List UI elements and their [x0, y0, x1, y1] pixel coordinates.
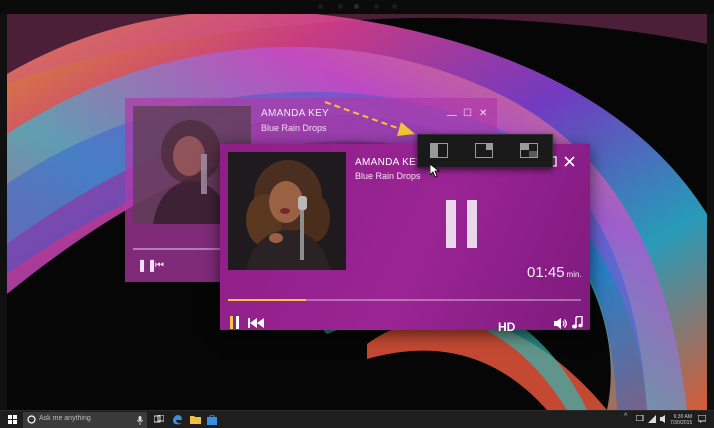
skip-back-icon: ⏮ [155, 260, 164, 271]
snap-layout-main-side[interactable] [475, 143, 493, 158]
close-icon [563, 156, 575, 167]
drag-arrow-icon [324, 101, 415, 136]
microphone-icon[interactable] [137, 416, 143, 425]
search-placeholder: Ask me anything [39, 415, 91, 422]
notification-icon[interactable] [698, 415, 706, 423]
mouse-cursor-icon [430, 164, 440, 178]
device-frame: AMANDA KEY Blue Rain Drops — ☐ ✕ ❚❚ ⏮ AM… [0, 0, 714, 428]
snap-layout-popup [417, 134, 553, 168]
volume-icon [554, 318, 567, 329]
playlist-button[interactable] [572, 315, 583, 332]
volume-icon[interactable] [660, 415, 668, 423]
search-box[interactable]: Ask me anything [23, 412, 147, 428]
pause-icon-bar [446, 200, 456, 248]
chevron-up-icon[interactable]: ^ [624, 413, 627, 420]
song-title: Blue Rain Drops [355, 171, 421, 181]
file-explorer-icon[interactable] [190, 415, 201, 424]
snap-layout-left-right[interactable] [430, 143, 448, 158]
sensor-icon [374, 4, 379, 9]
minimize-icon: — [447, 110, 457, 121]
maximize-icon: ☐ [463, 108, 472, 119]
desktop: AMANDA KEY Blue Rain Drops — ☐ ✕ ❚❚ ⏮ AM… [7, 14, 707, 410]
artist-name: AMANDA KEY [261, 108, 330, 119]
task-view-icon[interactable] [154, 415, 164, 424]
snap-zone [529, 151, 537, 157]
time-unit: min. [566, 270, 582, 279]
elapsed-time: 01:45 min. [527, 264, 582, 281]
artist-name: AMANDA KEY [355, 157, 424, 168]
close-button[interactable] [563, 156, 575, 168]
song-title: Blue Rain Drops [261, 123, 327, 133]
store-icon[interactable] [207, 415, 217, 425]
skip-back-icon [248, 318, 264, 328]
close-icon: ✕ [479, 108, 488, 119]
battery-icon[interactable] [636, 415, 644, 421]
player-window[interactable]: AMANDA KEY Blue Rain Drops 01:45 min. HD [220, 144, 590, 334]
clock-date: 7/30/2015 [670, 420, 693, 426]
pause-icon [230, 316, 239, 329]
cortana-icon [27, 415, 36, 424]
network-icon[interactable] [648, 415, 656, 423]
snap-zone [431, 144, 438, 157]
pause-icon-bar [467, 200, 477, 248]
time-value: 01:45 [527, 264, 565, 281]
edge-icon[interactable] [172, 415, 182, 425]
snap-zone [486, 144, 492, 150]
sensor-icon [392, 4, 397, 9]
taskbar: Ask me anything ^ 6:30 AM 7/30/2015 [0, 410, 714, 428]
music-note-icon [572, 315, 583, 329]
camera-icon [354, 4, 359, 9]
device-bezel [0, 0, 714, 14]
skip-back-button[interactable] [248, 318, 264, 331]
quality-badge[interactable]: HD [498, 320, 515, 334]
snap-layout-grid[interactable] [520, 143, 538, 158]
progress-bar-ghost [133, 248, 223, 250]
clock[interactable]: 6:30 AM 7/30/2015 [670, 414, 692, 426]
sensor-icon [338, 4, 343, 9]
pause-button[interactable] [230, 316, 240, 332]
progress-bar[interactable] [228, 299, 581, 301]
snap-zone [521, 144, 529, 150]
progress-fill [228, 299, 306, 301]
pause-button-large[interactable] [446, 200, 478, 248]
sensor-icon [318, 4, 323, 9]
album-art [228, 152, 346, 270]
volume-button[interactable] [554, 318, 568, 332]
windows-start-icon[interactable] [8, 415, 17, 424]
